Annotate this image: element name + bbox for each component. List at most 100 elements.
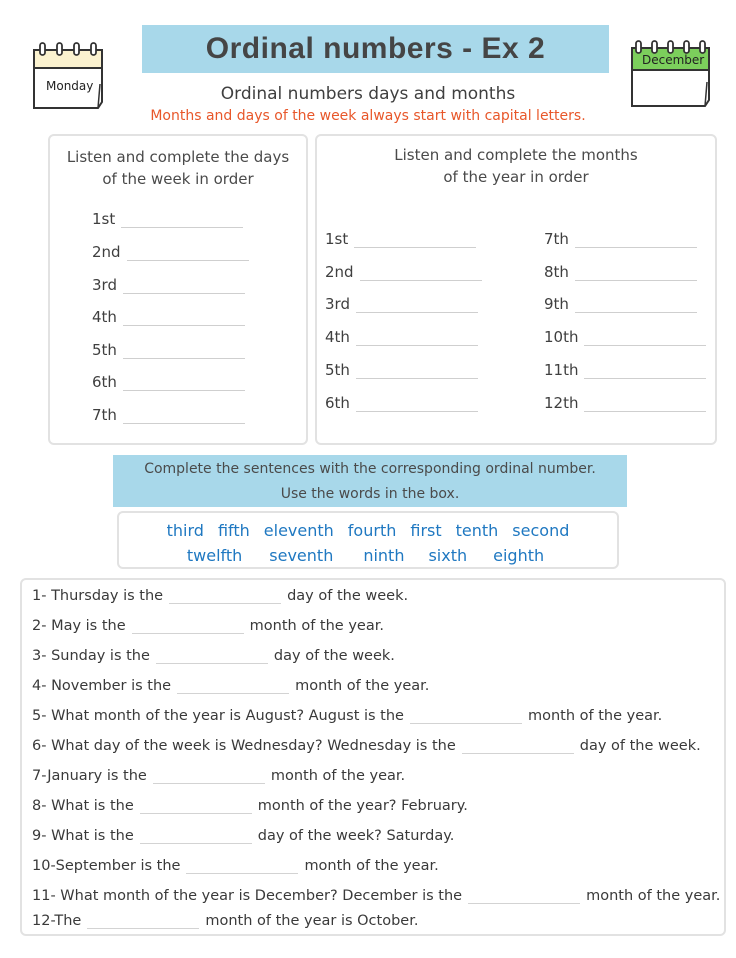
instructions-line-1: Complete the sentences with the correspo… [144, 461, 596, 477]
day-row: 1st [92, 210, 244, 228]
word-bank-word: eleventh [263, 521, 334, 540]
word-bank-word: fourth [347, 521, 397, 540]
sentence-item: 4- November is the month of the year. [32, 678, 430, 694]
sentence-item: 11- What month of the year is December? … [32, 888, 721, 904]
month-row: 11th [544, 361, 707, 379]
sentence-item: 5- What month of the year is August? Aug… [32, 708, 663, 724]
month-answer-line[interactable] [574, 299, 697, 313]
instructions-line-2: Use the words in the box. [280, 486, 460, 502]
answer-blank[interactable] [131, 620, 244, 634]
month-answer-line[interactable] [355, 299, 478, 313]
day-row: 6th [92, 373, 245, 391]
ordinal-label: 5th [325, 361, 350, 379]
ordinal-label: 4th [325, 328, 350, 346]
ordinal-label: 6th [325, 394, 350, 412]
day-row: 2nd [92, 243, 249, 261]
ordinal-label: 1st [325, 230, 349, 248]
sentence-item: 8- What is the month of the year? Februa… [32, 798, 468, 814]
month-answer-line[interactable] [359, 267, 482, 281]
month-row: 5th [325, 361, 478, 379]
answer-blank[interactable] [186, 860, 299, 874]
sentence-item: 6- What day of the week is Wednesday? We… [32, 738, 701, 754]
month-row: 8th [544, 263, 697, 281]
month-answer-line[interactable] [574, 234, 697, 248]
ordinal-label: 7th [92, 406, 117, 424]
month-answer-line[interactable] [355, 365, 478, 379]
sentence-item: 1- Thursday is the day of the week. [32, 588, 409, 604]
answer-blank[interactable] [409, 710, 522, 724]
months-of-year-panel: Listen and complete the months of the ye… [315, 134, 717, 445]
days-panel-heading: Listen and complete the days of the week… [66, 148, 290, 188]
month-row: 12th [544, 394, 707, 412]
month-row: 9th [544, 295, 697, 313]
word-bank: third fifth eleventh fourth first tenth … [117, 511, 619, 569]
day-answer-line[interactable] [122, 345, 245, 359]
day-row: 5th [92, 341, 245, 359]
ordinal-label: 3rd [325, 295, 350, 313]
month-row: 6th [325, 394, 478, 412]
day-row: 4th [92, 308, 245, 326]
word-bank-row: third fifth eleventh fourth first tenth … [119, 521, 617, 540]
day-answer-line[interactable] [122, 280, 245, 294]
word-bank-word: tenth [455, 521, 499, 540]
month-answer-line[interactable] [584, 365, 707, 379]
ordinal-label: 11th [544, 361, 579, 379]
word-bank-word: second [512, 521, 570, 540]
capitalization-note: Months and days of the week always start… [150, 108, 586, 124]
answer-blank[interactable] [177, 680, 290, 694]
answer-blank[interactable] [139, 830, 252, 844]
sentence-item: 12-The month of the year is October. [32, 913, 419, 929]
day-answer-line[interactable] [122, 312, 245, 326]
worksheet-title: Ordinal numbers - Ex 2 [205, 32, 546, 65]
worksheet-title-banner: Ordinal numbers - Ex 2 [142, 25, 609, 73]
instructions-banner: Complete the sentences with the correspo… [113, 455, 627, 507]
answer-blank[interactable] [468, 890, 581, 904]
day-answer-line[interactable] [122, 377, 245, 391]
ordinal-label: 8th [544, 263, 569, 281]
day-answer-line[interactable] [121, 214, 244, 228]
ordinal-label: 6th [92, 373, 117, 391]
ordinal-label: 2nd [325, 263, 354, 281]
sentence-item: 2- May is the month of the year. [32, 618, 384, 634]
sentence-item: 10-September is the month of the year. [32, 858, 439, 874]
month-answer-line[interactable] [584, 398, 707, 412]
month-answer-line[interactable] [584, 332, 707, 346]
ordinal-label: 1st [92, 210, 116, 228]
day-row: 7th [92, 406, 245, 424]
word-bank-word: twelfth [186, 546, 243, 565]
answer-blank[interactable] [152, 770, 265, 784]
answer-blank[interactable] [461, 740, 574, 754]
sentence-item: 3- Sunday is the day of the week. [32, 648, 395, 664]
month-answer-line[interactable] [574, 267, 697, 281]
ordinal-label: 2nd [92, 243, 121, 261]
month-answer-line[interactable] [354, 234, 477, 248]
ordinal-label: 9th [544, 295, 569, 313]
answer-blank[interactable] [155, 650, 268, 664]
month-row: 3rd [325, 295, 478, 313]
month-row: 2nd [325, 263, 482, 281]
month-row: 10th [544, 328, 707, 346]
word-bank-word: seventh [269, 546, 334, 565]
sentence-item: 7-January is the month of the year. [32, 768, 406, 784]
sentence-item: 9- What is the day of the week? Saturday… [32, 828, 455, 844]
word-bank-word: first [410, 521, 442, 540]
sentences-panel: 1- Thursday is the day of the week. 2- M… [20, 578, 726, 936]
answer-blank[interactable] [169, 590, 282, 604]
month-answer-line[interactable] [355, 332, 478, 346]
day-row: 3rd [92, 276, 245, 294]
answer-blank[interactable] [87, 915, 200, 929]
word-bank-word: ninth [363, 546, 405, 565]
day-answer-line[interactable] [122, 410, 245, 424]
word-bank-word: eighth [493, 546, 545, 565]
answer-blank[interactable] [139, 800, 252, 814]
word-bank-word: third [166, 521, 204, 540]
day-answer-line[interactable] [126, 247, 249, 261]
month-answer-line[interactable] [355, 398, 478, 412]
ordinal-label: 7th [544, 230, 569, 248]
word-bank-row: twelfth seventh ninth sixth eighth [119, 546, 617, 565]
calendar-month-label: December [642, 53, 705, 67]
word-bank-word: fifth [217, 521, 250, 540]
ordinal-label: 12th [544, 394, 579, 412]
ordinal-label: 4th [92, 308, 117, 326]
word-bank-word: sixth [428, 546, 468, 565]
